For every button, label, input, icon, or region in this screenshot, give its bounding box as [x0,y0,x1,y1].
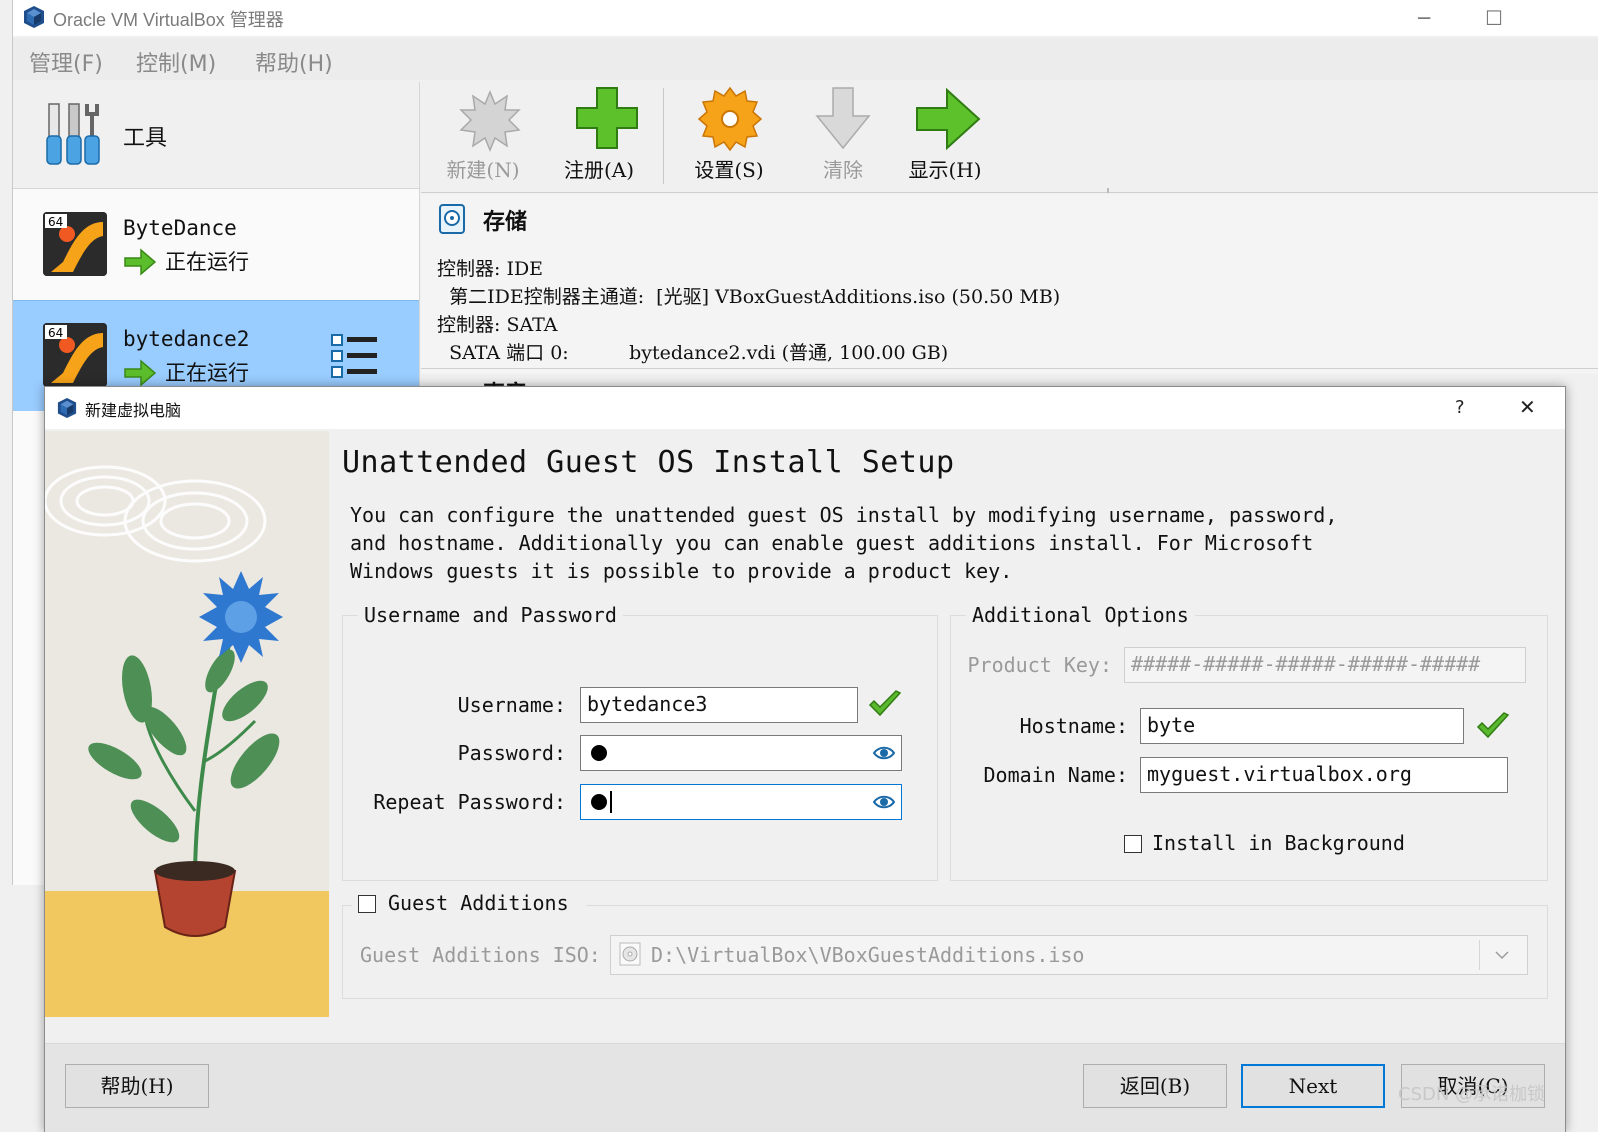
settings-button[interactable]: 设置(S) [679,82,779,192]
disc-image-icon [619,942,641,966]
guest-additions-iso-label: Guest Additions ISO: [360,943,601,967]
storage-section-title[interactable]: 存储 [483,204,527,236]
main-toolbar: 新建(N) 注册(A) 设置(S) 清除 显示(H) [421,82,1598,193]
show-arrow-right-icon [916,88,981,150]
add-plus-icon [576,87,638,149]
page-description: You can configure the unattended guest O… [350,503,1338,583]
install-in-background-checkbox[interactable] [1124,835,1142,853]
username-input[interactable]: bytedance3 [580,687,858,723]
hostname-label: Hostname: [1019,714,1128,738]
vm-item-bytedance[interactable]: 64 ByteDance 正在运行 [13,190,419,300]
menu-help[interactable]: 帮助(H) [255,46,333,78]
show-label: 显示(H) [908,158,982,182]
discard-label: 清除 [823,158,863,182]
product-key-input[interactable]: #####-#####-#####-#####-##### [1124,647,1526,683]
iso-path-value: D:\VirtualBox\VBoxGuestAdditions.iso [651,943,1085,967]
title-bar: Oracle VM VirtualBox 管理器 ─ ☐ [13,0,1598,36]
storage-line: SATA 端口 0: bytedance2.vdi (普通, 100.00 GB… [437,342,949,364]
storage-line: 第二IDE控制器主通道: [光驱] VBoxGuestAdditions.iso… [437,286,1061,308]
tools-item[interactable]: 工具 [13,82,419,189]
close-button[interactable]: ✕ [1519,395,1536,419]
vm-badge-64: 64 [48,215,63,229]
watermark-text: CSDN @承诺枷锁 [1398,1084,1546,1105]
section-divider [421,368,1598,369]
next-button[interactable]: Next [1241,1064,1385,1108]
minimize-button[interactable]: ─ [1401,4,1447,32]
vm-status: 正在运行 [165,250,249,274]
show-password-eye-icon[interactable] [873,744,895,762]
vm-os-icon: 64 [43,323,107,387]
repeat-password-input[interactable] [580,784,902,820]
dialog-title: 新建虚拟电脑 [85,401,182,420]
repeat-password-label: Repeat Password: [373,790,566,814]
discard-arrow-down-icon [815,87,871,150]
splitter-handle[interactable] [1107,188,1109,193]
install-in-background-label[interactable]: Install in Background [1152,831,1405,855]
virtualbox-logo-icon [24,6,44,28]
storage-line: 控制器: SATA [437,314,558,336]
window-title: Oracle VM VirtualBox 管理器 [53,10,284,30]
new-vm-dialog: 新建虚拟电脑 ? ✕ Unattended Guest OS Install S… [44,386,1566,1132]
toolbar-separator [663,88,664,184]
show-password-eye-icon[interactable] [873,793,895,811]
storage-icon [439,204,465,234]
valid-check-icon [868,690,902,717]
vm-status: 正在运行 [165,361,249,385]
guest-additions-iso-select[interactable]: D:\VirtualBox\VBoxGuestAdditions.iso [610,935,1528,975]
valid-check-icon [1476,712,1510,739]
vm-details-pane: 存储 控制器: IDE 第二IDE控制器主通道: [光驱] VBoxGuestA… [421,194,1598,407]
back-button[interactable]: 返回(B) [1083,1064,1227,1108]
show-button[interactable]: 显示(H) [895,82,995,192]
tools-label: 工具 [123,126,168,151]
menu-control[interactable]: 控制(M) [136,46,216,78]
discard-button[interactable]: 清除 [793,82,893,192]
vm-details-menu-icon[interactable] [331,333,379,379]
page-heading: Unattended Guest OS Install Setup [342,445,955,480]
new-vm-label: 新建(N) [446,158,520,182]
vm-name: ByteDance [123,216,237,240]
username-label: Username: [457,693,566,717]
combo-divider [1479,940,1480,970]
chevron-down-icon[interactable] [1495,950,1509,960]
gear-icon [697,86,763,152]
hostname-input[interactable]: byte [1140,708,1464,744]
password-label: Password: [457,741,566,765]
wizard-illustration [45,431,329,1017]
maximize-button[interactable]: ☐ [1471,4,1517,32]
password-mask-dot [591,745,607,761]
running-arrow-icon [124,248,157,276]
register-vm-button[interactable]: 注册(A) [549,82,649,192]
running-arrow-icon [124,359,157,387]
dialog-button-bar: 帮助(H) 返回(B) Next 取消(C) [45,1043,1565,1132]
settings-label: 设置(S) [694,158,764,182]
virtualbox-logo-icon [57,398,77,418]
group-title: Additional Options [966,603,1195,627]
guest-additions-label[interactable]: Guest Additions [388,891,569,915]
vm-name: bytedance2 [123,327,250,351]
vm-badge-64: 64 [48,326,63,340]
help-button[interactable]: 帮助(H) [65,1064,209,1108]
domain-name-label: Domain Name: [983,763,1129,787]
flower-illustration-image [45,431,329,1017]
domain-name-input[interactable]: myguest.virtualbox.org [1140,757,1508,793]
password-mask-dot [591,794,607,810]
tools-icon [46,103,100,165]
dialog-title-bar: 新建虚拟电脑 ? ✕ [45,387,1565,429]
new-starburst-icon [459,90,521,152]
register-vm-label: 注册(A) [563,158,635,182]
text-caret [610,791,612,813]
wizard-page: Unattended Guest OS Install Setup You ca… [330,431,1565,1043]
menu-bar: 管理(F) 控制(M) 帮助(H) [13,38,1598,80]
group-title: Username and Password [358,603,623,627]
storage-line: 控制器: IDE [437,258,544,280]
product-key-label: Product Key: [967,653,1113,677]
guest-additions-checkbox[interactable] [358,895,376,913]
password-input[interactable] [580,735,902,771]
vm-os-icon: 64 [43,212,107,276]
menu-manage[interactable]: 管理(F) [29,46,103,78]
context-help-button[interactable]: ? [1455,397,1465,418]
new-vm-button[interactable]: 新建(N) [433,82,533,192]
